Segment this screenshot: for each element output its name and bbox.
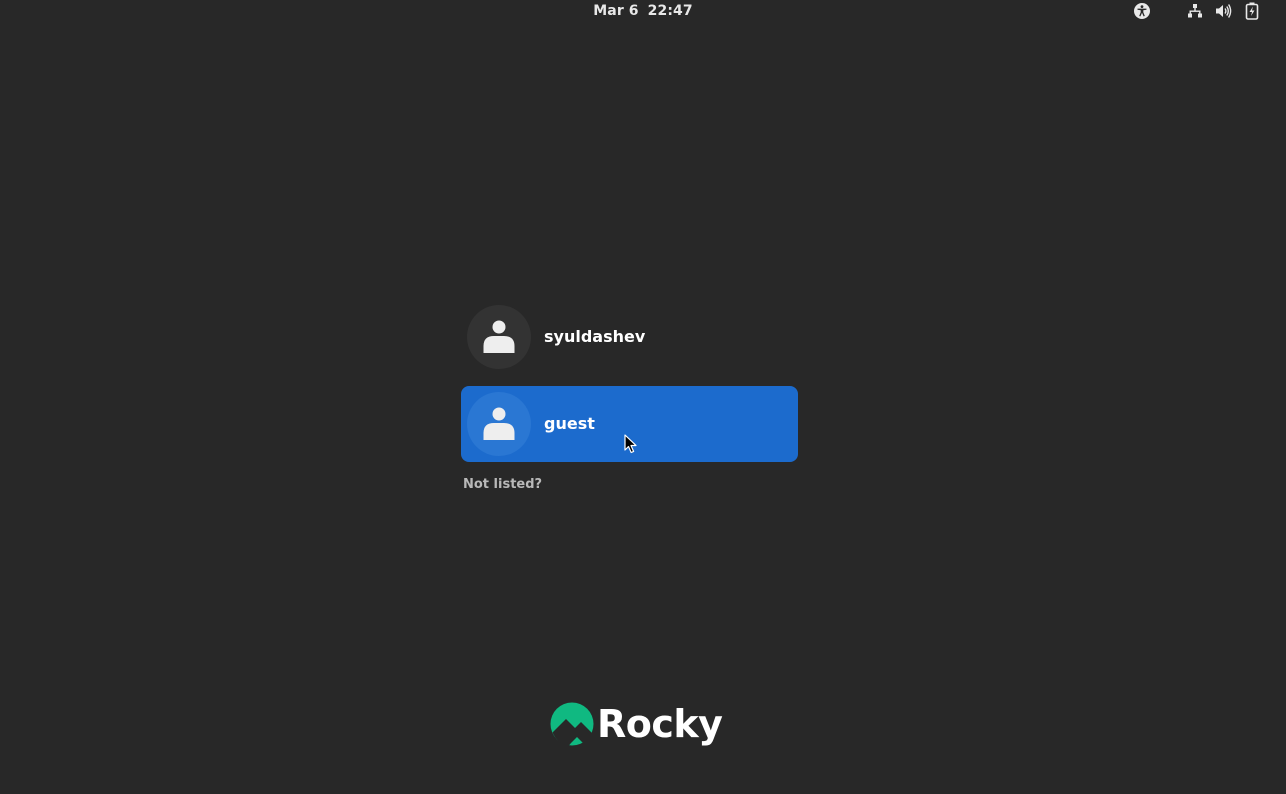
- logo-wordmark: Rocky: [597, 702, 723, 746]
- user-name: guest: [544, 414, 595, 433]
- user-avatar: [467, 392, 531, 456]
- network-wired-icon[interactable]: [1186, 2, 1204, 20]
- rocky-logo: Rocky: [550, 700, 730, 748]
- user-row-syuldashev[interactable]: syuldashev: [461, 299, 798, 375]
- rocky-mountain-icon: [550, 702, 594, 746]
- battery-charging-icon[interactable]: [1243, 2, 1261, 20]
- user-avatar: [467, 305, 531, 369]
- mouse-pointer-icon: [624, 434, 637, 454]
- clock-time: 22:47: [647, 3, 693, 19]
- person-icon: [483, 320, 515, 353]
- clock[interactable]: Mar 6 22:47: [0, 3, 1286, 19]
- login-screen: Mar 6 22:47 syuldashev guest Not listed?…: [0, 0, 1286, 794]
- volume-icon[interactable]: [1214, 2, 1232, 20]
- user-name: syuldashev: [544, 327, 646, 346]
- accessibility-icon[interactable]: [1133, 2, 1151, 20]
- not-listed-button[interactable]: Not listed?: [463, 477, 542, 492]
- person-icon: [483, 407, 515, 440]
- clock-date: Mar 6: [593, 3, 639, 19]
- top-bar: Mar 6 22:47: [0, 0, 1286, 24]
